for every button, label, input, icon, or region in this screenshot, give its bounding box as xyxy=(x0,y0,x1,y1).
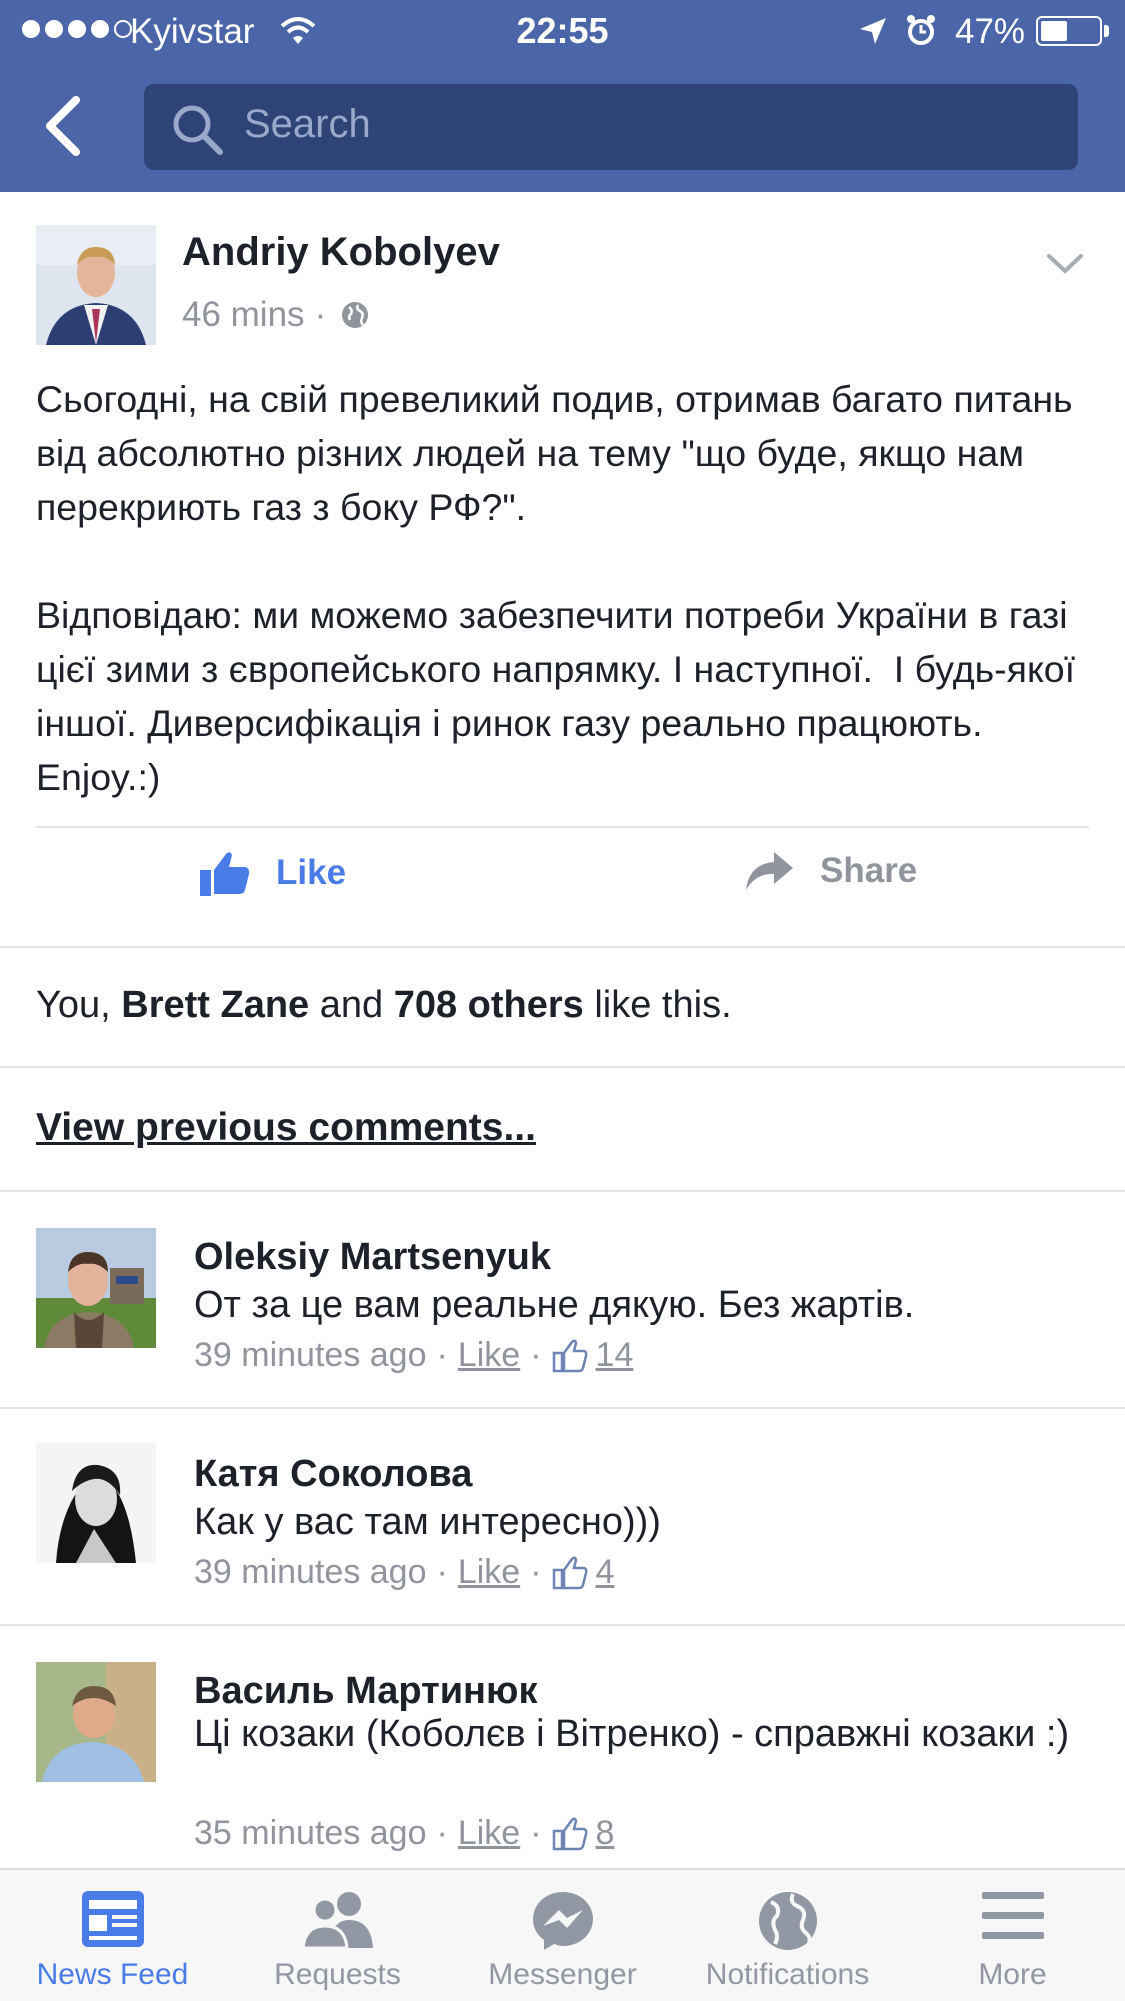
menu-icon xyxy=(981,1892,1044,1939)
section-divider xyxy=(0,1066,1125,1068)
public-globe-icon xyxy=(342,302,369,328)
share-arrow-icon xyxy=(746,852,793,890)
tab-news-feed[interactable]: News Feed xyxy=(0,1870,225,2001)
comment-like-link[interactable]: Like xyxy=(458,1814,520,1853)
tab-label: Notifications xyxy=(705,1958,870,1991)
search-input[interactable]: Search xyxy=(144,84,1078,170)
alarm-clock-icon xyxy=(907,15,935,45)
comment-text: От за це вам реальне дякую. Без жартів. xyxy=(194,1284,915,1326)
back-chevron-icon[interactable] xyxy=(40,94,84,158)
location-arrow-icon xyxy=(860,18,886,44)
like-button-label: Like xyxy=(276,853,347,892)
comment-like-link[interactable]: Like xyxy=(458,1336,520,1375)
meta-separator: · xyxy=(530,1553,542,1591)
meta-separator: · xyxy=(530,1336,542,1374)
thumbs-up-icon xyxy=(200,852,250,896)
news-feed-icon xyxy=(81,1891,144,1947)
comment-text: Как у вас там интересно))) xyxy=(194,1501,661,1543)
post-body-text: Сьогодні, на свій превеликий подив, отри… xyxy=(36,378,1076,798)
commenter-name[interactable]: Василь Мартинюк xyxy=(194,1670,537,1713)
comment-like-count[interactable]: 4 xyxy=(596,1553,615,1592)
thumbs-up-outline-icon xyxy=(552,1338,588,1372)
likes-prefix: You, xyxy=(36,984,122,1026)
post-author-name[interactable]: Andriy Kobolyev xyxy=(182,230,500,275)
likes-summary[interactable]: You, Brett Zane and 708 others like this… xyxy=(36,984,732,1027)
comment-meta: 39 minutes ago · Like · 14 xyxy=(194,1336,633,1375)
tab-label: Requests xyxy=(274,1958,401,1991)
commenter-name[interactable]: Катя Соколова xyxy=(194,1453,472,1496)
tab-notifications[interactable]: Notifications xyxy=(675,1870,900,2001)
share-button-label: Share xyxy=(820,851,918,890)
commenter-avatar[interactable] xyxy=(36,1228,156,1348)
tab-requests[interactable]: Requests xyxy=(225,1870,450,2001)
comment-item: Василь Мартинюк Ці козаки (Коболєв і Віт… xyxy=(0,1624,1125,1868)
likes-middle: and xyxy=(309,984,394,1026)
meta-separator: · xyxy=(530,1814,542,1852)
comment-like-link[interactable]: Like xyxy=(458,1553,520,1592)
post-meta: 46 mins · xyxy=(182,295,370,335)
section-divider xyxy=(0,946,1125,948)
likers-others-count[interactable]: 708 others xyxy=(394,984,584,1026)
like-button[interactable]: Like xyxy=(200,850,346,896)
navigation-header: Kyivstar 22:55 47% Search xyxy=(0,0,1125,192)
comment-like-count[interactable]: 8 xyxy=(596,1814,615,1853)
comment-text: Ці козаки (Коболєв і Вітренко) - справжн… xyxy=(194,1713,1070,1755)
battery-percent: 47% xyxy=(955,12,1026,51)
meta-separator: · xyxy=(436,1553,448,1591)
battery-icon xyxy=(1036,16,1102,46)
messenger-icon xyxy=(532,1892,593,1950)
tab-more[interactable]: More xyxy=(900,1870,1125,2001)
comment-meta: 39 minutes ago · Like · 4 xyxy=(194,1553,614,1592)
thumbs-up-outline-icon xyxy=(552,1816,588,1850)
thumbs-up-outline-icon xyxy=(552,1555,588,1589)
post-actions-divider xyxy=(36,826,1089,828)
search-placeholder: Search xyxy=(244,102,371,146)
meta-separator: · xyxy=(436,1336,448,1374)
meta-separator: · xyxy=(436,1814,448,1852)
commenter-avatar[interactable] xyxy=(36,1662,156,1782)
search-icon xyxy=(173,105,223,155)
comment-like-count[interactable]: 14 xyxy=(596,1336,634,1375)
tab-label: Messenger xyxy=(488,1958,637,1991)
likes-suffix: like this. xyxy=(583,984,732,1026)
battery-tip xyxy=(1104,25,1109,37)
share-button[interactable]: Share xyxy=(744,850,917,892)
tab-messenger[interactable]: Messenger xyxy=(450,1870,675,2001)
tab-label: More xyxy=(978,1958,1047,1991)
comment-timestamp: 39 minutes ago xyxy=(194,1336,427,1374)
tab-label: News Feed xyxy=(36,1958,189,1991)
comment-timestamp: 35 minutes ago xyxy=(194,1814,427,1852)
friend-requests-icon xyxy=(300,1892,373,1948)
post-options-chevron-icon[interactable] xyxy=(1046,252,1084,276)
status-bar: Kyivstar 22:55 47% xyxy=(0,0,1125,64)
comment-meta: 35 minutes ago · Like · 8 xyxy=(194,1814,614,1853)
meta-separator: · xyxy=(314,295,327,334)
comment-item: Катя Соколова Как у вас там интересно)))… xyxy=(0,1407,1125,1624)
liker-name[interactable]: Brett Zane xyxy=(121,984,309,1026)
bottom-tab-bar: News Feed Requests Messenger Notificatio… xyxy=(0,1868,1125,2001)
post-timestamp[interactable]: 46 mins xyxy=(182,295,305,335)
commenter-name[interactable]: Oleksiy Martsenyuk xyxy=(194,1236,551,1279)
comment-timestamp: 39 minutes ago xyxy=(194,1553,427,1591)
commenter-avatar[interactable] xyxy=(36,1443,156,1563)
globe-icon xyxy=(758,1892,817,1950)
author-avatar[interactable] xyxy=(36,225,156,345)
comment-item: Oleksiy Martsenyuk От за це вам реальне … xyxy=(0,1190,1125,1407)
view-previous-comments-link[interactable]: View previous comments... xyxy=(36,1106,536,1150)
